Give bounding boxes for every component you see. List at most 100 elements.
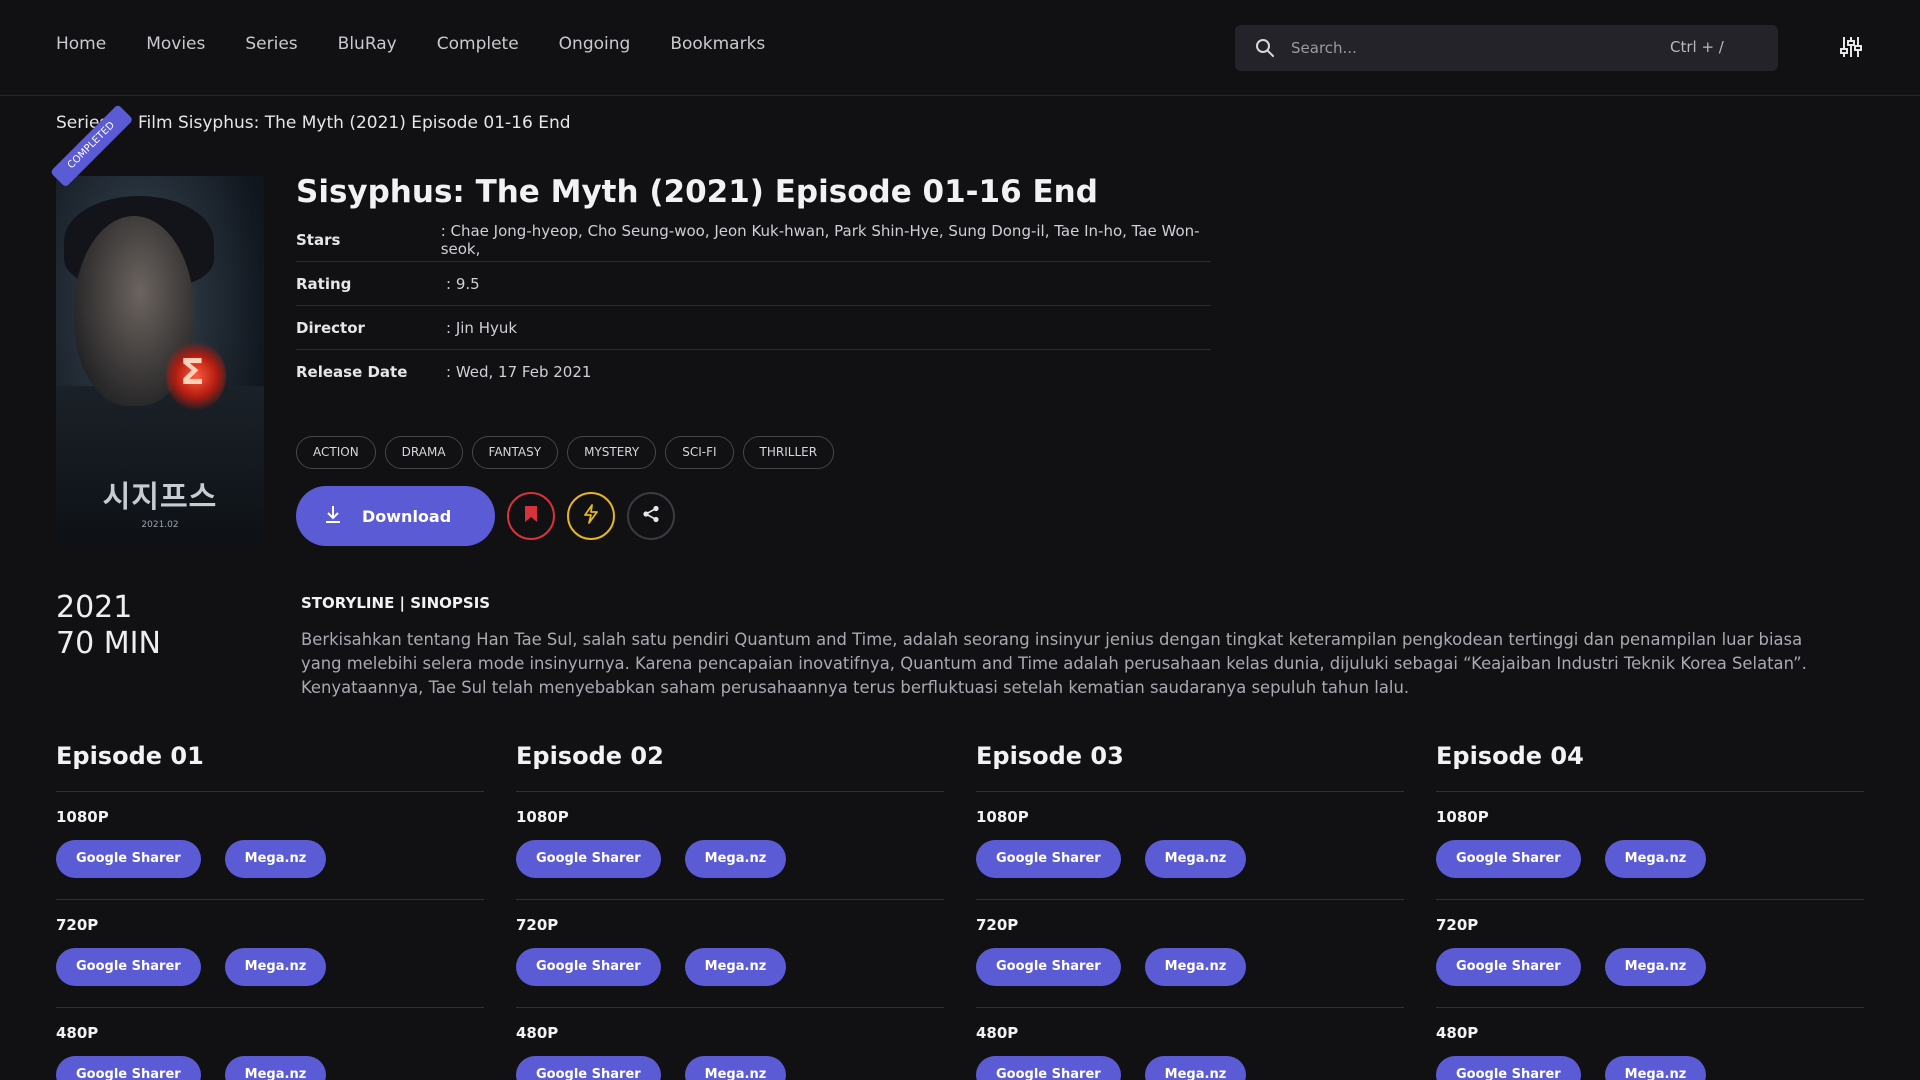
bolt-icon	[583, 504, 599, 528]
nav-complete[interactable]: Complete	[437, 34, 519, 54]
episode-list: Episode 01 1080P Google Sharer Mega.nz 72…	[56, 738, 1864, 1080]
nav-series[interactable]: Series	[245, 34, 297, 54]
poster-title-text: 시지프스	[102, 480, 218, 515]
quality-label: 1080P	[976, 808, 1029, 826]
episode-card: Episode 03 1080P Google Sharer Mega.nz 72…	[976, 738, 1404, 1080]
quality-row: 480P Google Sharer Mega.nz	[1436, 1008, 1864, 1080]
mega-link[interactable]: Mega.nz	[1604, 948, 1707, 986]
mega-link[interactable]: Mega.nz	[684, 948, 787, 986]
episode-card: Episode 04 1080P Google Sharer Mega.nz 72…	[1436, 738, 1864, 1080]
quality-label: 1080P	[516, 808, 569, 826]
genre-tag-mystery[interactable]: MYSTERY	[567, 436, 657, 469]
quality-label: 720P	[976, 916, 1019, 934]
mega-link[interactable]: Mega.nz	[1604, 840, 1707, 878]
info-table: Stars : Chae Jong-hyeop, Cho Seung-woo, …	[296, 218, 1211, 394]
genre-tag-drama[interactable]: DRAMA	[384, 436, 463, 469]
episode-title: Episode 03	[976, 738, 1404, 792]
info-row-director: Director : Jin Hyuk	[296, 306, 1211, 350]
genre-tag-thriller[interactable]: THRILLER	[742, 436, 835, 469]
breadcrumb: Series / Film Sisyphus: The Myth (2021) …	[56, 113, 571, 133]
google-sharer-link[interactable]: Google Sharer	[976, 840, 1121, 878]
episode-title: Episode 04	[1436, 738, 1864, 792]
google-sharer-link[interactable]: Google Sharer	[516, 948, 661, 986]
info-row-rating: Rating : 9.5	[296, 262, 1211, 306]
genre-tag-action[interactable]: ACTION	[296, 436, 376, 469]
storyline-heading: STORYLINE | SINOPSIS	[301, 594, 491, 612]
episode-card: Episode 02 1080P Google Sharer Mega.nz 72…	[516, 738, 944, 1080]
share-icon	[642, 505, 660, 527]
mega-link[interactable]: Mega.nz	[1144, 840, 1247, 878]
share-button[interactable]	[627, 492, 675, 540]
quality-label: 480P	[1436, 1024, 1479, 1042]
top-navbar: Home Movies Series BluRay Complete Ongoi…	[0, 0, 1920, 96]
google-sharer-link[interactable]: Google Sharer	[1436, 948, 1581, 986]
bookmark-button[interactable]	[507, 492, 555, 540]
google-sharer-link[interactable]: Google Sharer	[976, 948, 1121, 986]
nav-movies[interactable]: Movies	[146, 34, 205, 54]
info-value: : Chae Jong-hyeop, Cho Seung-woo, Jeon K…	[440, 221, 1200, 258]
bolt-button[interactable]	[567, 492, 615, 540]
mega-link[interactable]: Mega.nz	[684, 840, 787, 878]
main-nav: Home Movies Series BluRay Complete Ongoi…	[56, 34, 765, 54]
quality-row: 720P Google Sharer Mega.nz	[976, 900, 1404, 1008]
meta-info: 2021 70 MIN	[56, 590, 161, 662]
google-sharer-link[interactable]: Google Sharer	[516, 1056, 661, 1080]
search-input[interactable]	[1291, 25, 1671, 71]
quality-row: 720P Google Sharer Mega.nz	[56, 900, 484, 1008]
info-label: Director	[296, 318, 365, 337]
info-label: Stars	[296, 230, 341, 249]
nav-home[interactable]: Home	[56, 34, 106, 54]
quality-label: 720P	[516, 916, 559, 934]
quality-row: 720P Google Sharer Mega.nz	[516, 900, 944, 1008]
info-row-release-date: Release Date : Wed, 17 Feb 2021	[296, 350, 1211, 394]
google-sharer-link[interactable]: Google Sharer	[516, 840, 661, 878]
quality-label: 480P	[976, 1024, 1019, 1042]
bookmark-icon	[524, 505, 538, 527]
quality-label: 480P	[56, 1024, 99, 1042]
mega-link[interactable]: Mega.nz	[1604, 1056, 1707, 1080]
info-value: : Wed, 17 Feb 2021	[446, 363, 592, 381]
google-sharer-link[interactable]: Google Sharer	[976, 1056, 1121, 1080]
genre-tags: ACTION DRAMA FANTASY MYSTERY SCI-FI THRI…	[296, 436, 835, 469]
search-bar[interactable]: Ctrl + /	[1235, 25, 1778, 71]
google-sharer-link[interactable]: Google Sharer	[1436, 1056, 1581, 1080]
quality-row: 480P Google Sharer Mega.nz	[516, 1008, 944, 1080]
google-sharer-link[interactable]: Google Sharer	[56, 840, 201, 878]
info-value: : Jin Hyuk	[446, 318, 518, 337]
nav-ongoing[interactable]: Ongoing	[559, 34, 631, 54]
episode-title: Episode 02	[516, 738, 944, 792]
quality-label: 720P	[1436, 916, 1479, 934]
quality-row: 1080P Google Sharer Mega.nz	[516, 792, 944, 900]
genre-tag-sci-fi[interactable]: SCI-FI	[665, 436, 734, 469]
quality-label: 1080P	[1436, 808, 1489, 826]
search-icon	[1255, 38, 1275, 58]
info-label: Rating	[296, 274, 352, 293]
episode-title: Episode 01	[56, 738, 484, 792]
mega-link[interactable]: Mega.nz	[1144, 948, 1247, 986]
quality-row: 480P Google Sharer Mega.nz	[56, 1008, 484, 1080]
breadcrumb-current: Film Sisyphus: The Myth (2021) Episode 0…	[138, 113, 571, 133]
filter-button[interactable]	[1838, 34, 1864, 60]
nav-bluray[interactable]: BluRay	[338, 34, 397, 54]
episode-card: Episode 01 1080P Google Sharer Mega.nz 72…	[56, 738, 484, 1080]
download-button[interactable]: Download	[296, 486, 495, 546]
mega-link[interactable]: Mega.nz	[684, 1056, 787, 1080]
poster-image: Σ 시지프스 2021.02	[56, 176, 264, 546]
sliders-icon	[1838, 37, 1864, 64]
mega-link[interactable]: Mega.nz	[224, 840, 327, 878]
google-sharer-link[interactable]: Google Sharer	[56, 948, 201, 986]
genre-tag-fantasy[interactable]: FANTASY	[471, 436, 559, 469]
mega-link[interactable]: Mega.nz	[224, 1056, 327, 1080]
search-shortcut-hint: Ctrl + /	[1670, 38, 1724, 56]
page-title: Sisyphus: The Myth (2021) Episode 01-16 …	[296, 174, 1098, 210]
quality-label: 1080P	[56, 808, 109, 826]
google-sharer-link[interactable]: Google Sharer	[56, 1056, 201, 1080]
poster-date-text: 2021.02	[141, 520, 179, 530]
storyline-text: Berkisahkan tentang Han Tae Sul, salah s…	[301, 630, 1807, 697]
mega-link[interactable]: Mega.nz	[224, 948, 327, 986]
quality-row: 1080P Google Sharer Mega.nz	[976, 792, 1404, 900]
nav-bookmarks[interactable]: Bookmarks	[670, 34, 765, 54]
quality-label: 480P	[516, 1024, 559, 1042]
mega-link[interactable]: Mega.nz	[1144, 1056, 1247, 1080]
google-sharer-link[interactable]: Google Sharer	[1436, 840, 1581, 878]
